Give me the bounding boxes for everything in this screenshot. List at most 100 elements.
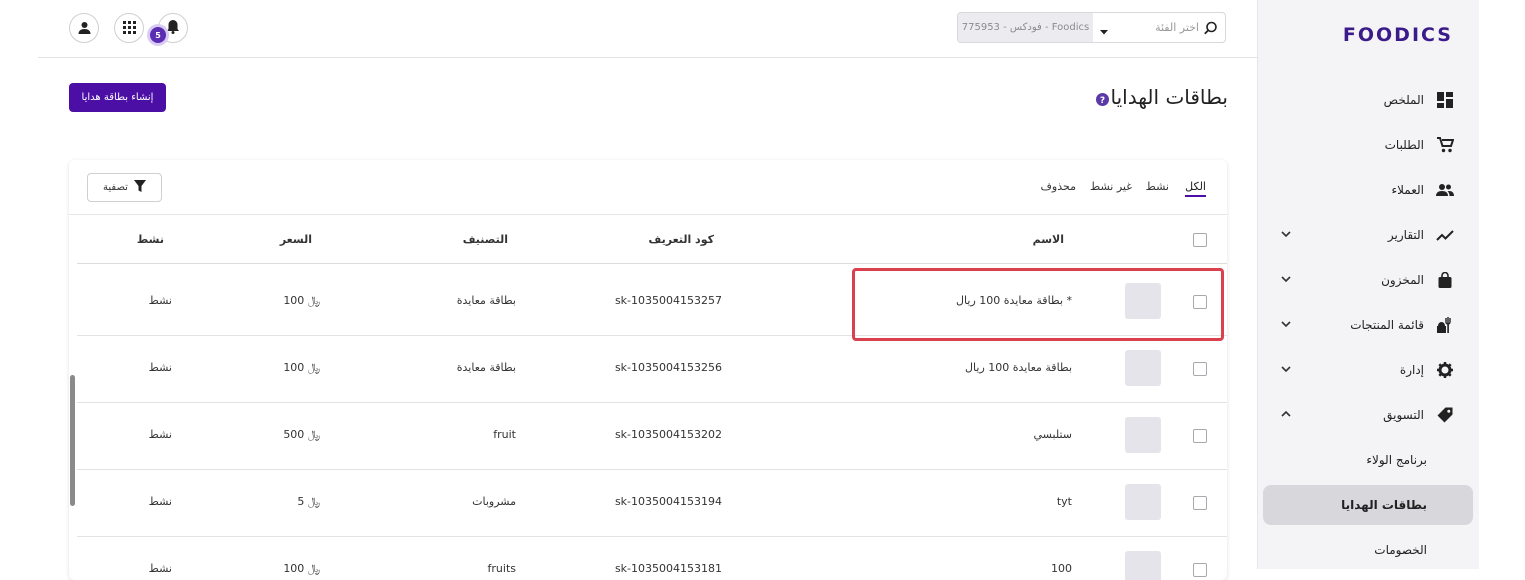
sidebar-item-label: الملخص <box>1383 93 1424 107</box>
gift-card-category: بطاقة معايدة <box>456 361 516 374</box>
gift-card-sku: sk-1035004153257 <box>614 294 722 307</box>
gift-card-price: 100 ﷼ <box>283 294 320 307</box>
sidebar-item-label: بطاقات الهدايا <box>1341 498 1427 512</box>
sidebar-item-label: برنامج الولاء <box>1366 453 1427 467</box>
gift-card-name[interactable]: ستلبسي <box>1034 428 1072 441</box>
sidebar-item-reports[interactable]: التقارير <box>1263 215 1473 255</box>
gift-card-category: مشروبات <box>472 495 516 508</box>
gift-card-name[interactable]: بطاقة معايدة 100 ريال * <box>956 294 1072 307</box>
row-checkbox[interactable] <box>1193 563 1207 577</box>
tab-all[interactable]: الكل <box>1185 180 1206 197</box>
row-checkbox[interactable] <box>1193 429 1207 443</box>
gift-card-status: نشط <box>148 361 172 374</box>
gift-card-price: 100 ﷼ <box>283 361 320 374</box>
sidebar-item-customers[interactable]: العملاء <box>1263 170 1473 210</box>
chevron-down-icon <box>1280 228 1294 242</box>
selected-branch-chip: 775953 - فودكس - Foodics <box>958 13 1093 42</box>
tabs-divider <box>69 214 1227 215</box>
row-checkbox[interactable] <box>1193 496 1207 510</box>
table-row[interactable]: tyt sk-1035004153194 مشروبات 5 ﷼ نشط <box>77 469 1227 537</box>
chevron-down-icon <box>1280 363 1294 377</box>
gift-card-price: 5 ﷼ <box>297 495 320 508</box>
sidebar-item-orders[interactable]: الطلبات <box>1263 125 1473 165</box>
sidebar: FOODICS الملخص الطلبات العملاء التقارير … <box>1257 0 1479 569</box>
sidebar-item-label: العملاء <box>1391 183 1424 197</box>
tab-active[interactable]: نشط <box>1146 180 1169 193</box>
sidebar-item-marketing[interactable]: التسويق <box>1263 395 1473 435</box>
gift-card-price: 100 ﷼ <box>283 562 320 575</box>
row-checkbox[interactable] <box>1193 295 1207 309</box>
sidebar-item-gift-cards[interactable]: بطاقات الهدايا <box>1263 485 1473 525</box>
bell-icon <box>166 19 180 38</box>
user-icon <box>78 19 91 38</box>
column-header-active[interactable]: نشط <box>137 233 164 246</box>
chevron-down-icon <box>1280 273 1294 287</box>
row-checkbox[interactable] <box>1193 362 1207 376</box>
top-bar: 5 775953 - فودكس - Foodics اختر الفئة <box>38 0 1257 58</box>
gear-icon <box>1436 361 1454 379</box>
dashboard-icon <box>1436 91 1454 109</box>
filter-icon <box>133 180 146 195</box>
tab-deleted[interactable]: محذوف <box>1041 180 1076 193</box>
gift-card-sku: sk-1035004153202 <box>614 428 722 441</box>
filter-label: تصفية <box>103 182 128 193</box>
tab-inactive[interactable]: غير نشط <box>1090 180 1132 193</box>
gift-card-category: بطاقة معايدة <box>456 294 516 307</box>
table-row[interactable]: 100 sk-1035004153181 fruits 100 ﷼ نشط <box>77 536 1227 580</box>
sidebar-item-products-menu[interactable]: قائمة المنتجات <box>1263 305 1473 345</box>
gift-card-category: fruit <box>493 428 516 441</box>
foodics-logo: FOODICS <box>1342 24 1453 46</box>
sidebar-item-summary[interactable]: الملخص <box>1263 80 1473 120</box>
sidebar-item-loyalty-program[interactable]: برنامج الولاء <box>1263 440 1473 480</box>
gift-card-thumbnail <box>1125 484 1161 520</box>
gift-card-name[interactable]: tyt <box>1057 495 1072 508</box>
sidebar-item-discounts[interactable]: الخصومات <box>1263 530 1473 570</box>
table-row[interactable]: ستلبسي sk-1035004153202 fruit 500 ﷼ نشط <box>77 402 1227 470</box>
gift-card-status: نشط <box>148 495 172 508</box>
filter-button[interactable]: تصفية <box>87 173 162 202</box>
gift-card-sku: sk-1035004153256 <box>614 361 722 374</box>
gift-cards-table-card: الكل نشط غير نشط محذوف تصفية الاسم كود ا… <box>69 160 1227 580</box>
svg-text:?: ? <box>1100 96 1105 106</box>
create-gift-card-button[interactable]: إنشاء بطاقة هدايا <box>69 83 166 112</box>
sidebar-item-label: المخزون <box>1381 273 1424 287</box>
select-all-checkbox[interactable] <box>1193 233 1207 247</box>
header-divider <box>77 263 1227 264</box>
food-icon <box>1436 316 1454 334</box>
cart-icon <box>1436 136 1454 154</box>
sidebar-item-label: الطلبات <box>1384 138 1424 152</box>
chevron-up-icon <box>1280 408 1294 422</box>
search-icon <box>1204 20 1218 39</box>
sidebar-item-management[interactable]: إدارة <box>1263 350 1473 390</box>
sidebar-item-label: التسويق <box>1383 408 1424 422</box>
gift-card-thumbnail <box>1125 283 1161 319</box>
gift-card-status: نشط <box>148 294 172 307</box>
gift-card-name[interactable]: بطاقة معايدة 100 ريال <box>965 361 1072 374</box>
sidebar-item-label: قائمة المنتجات <box>1350 318 1424 332</box>
column-header-price[interactable]: السعر <box>280 233 312 246</box>
sidebar-item-label: إدارة <box>1399 363 1424 377</box>
table-row[interactable]: بطاقة معايدة 100 ريال sk-1035004153256 ب… <box>77 335 1227 403</box>
apps-grid-icon <box>122 19 136 38</box>
branch-select[interactable]: 775953 - فودكس - Foodics اختر الفئة <box>957 12 1226 43</box>
gift-card-status: نشط <box>148 428 172 441</box>
users-icon <box>1436 181 1454 199</box>
gift-card-thumbnail <box>1125 551 1161 580</box>
help-icon[interactable]: ? <box>1096 91 1109 110</box>
notification-count-badge: 5 <box>150 27 166 43</box>
table-row[interactable]: بطاقة معايدة 100 ريال * sk-1035004153257… <box>77 268 1227 336</box>
gift-card-price: 500 ﷼ <box>283 428 320 441</box>
column-header-category[interactable]: التصنيف <box>463 233 508 246</box>
chevron-down-icon <box>1280 318 1294 332</box>
column-header-sku[interactable]: كود التعريف <box>649 233 714 246</box>
sidebar-item-inventory[interactable]: المخزون <box>1263 260 1473 300</box>
tag-icon <box>1436 406 1454 424</box>
scrollbar[interactable] <box>70 375 75 506</box>
apps-button[interactable] <box>114 13 144 43</box>
bag-icon <box>1436 271 1454 289</box>
account-button[interactable] <box>69 13 99 43</box>
sidebar-item-label: الخصومات <box>1374 543 1427 557</box>
page-title: بطاقات الهدايا <box>1110 85 1229 109</box>
caret-down-icon[interactable] <box>1099 22 1109 41</box>
column-header-name[interactable]: الاسم <box>1033 233 1064 246</box>
